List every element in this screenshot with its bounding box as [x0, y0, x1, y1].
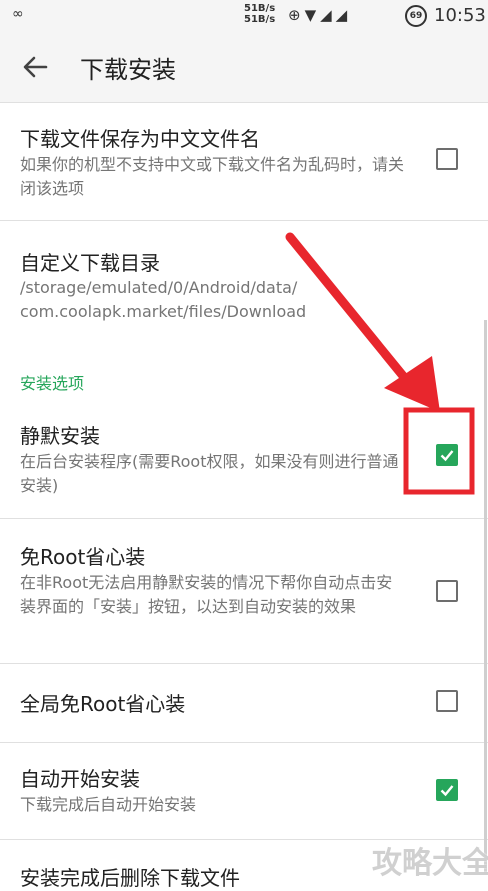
wifi-icon: ▼	[304, 6, 321, 24]
clock: 10:53	[434, 5, 486, 26]
setting-title: 安装完成后删除下载文件	[20, 866, 240, 890]
setting-auto-install[interactable]: 自动开始安装 下载完成后自动开始安装	[0, 743, 488, 840]
status-icons: ⊕▼◢◢	[288, 6, 351, 24]
data-saver-icon: ⊕	[288, 6, 305, 24]
setting-title: 自定义下载目录	[20, 251, 160, 275]
setting-title: 自动开始安装	[20, 767, 140, 791]
setting-title: 下载文件保存为中文文件名	[20, 127, 260, 151]
setting-download-dir[interactable]: 自定义下载目录 /storage/emulated/0/Android/data…	[0, 221, 488, 341]
back-button[interactable]	[18, 49, 54, 85]
setting-title: 免Root省心装	[20, 545, 146, 569]
check-icon	[440, 450, 454, 462]
scrollbar[interactable]	[484, 320, 487, 874]
download-path-line-2: com.coolapk.market/files/Download	[20, 302, 307, 321]
check-icon	[440, 785, 454, 797]
checkbox-checked[interactable]	[436, 444, 458, 466]
network-speed: 51B/s 51B/s	[244, 3, 275, 25]
network-speed-down: 51B/s	[244, 14, 276, 25]
status-bar: ∞ 51B/s 51B/s ⊕▼◢◢ 69 10:53	[0, 0, 488, 32]
checkbox-checked[interactable]	[436, 779, 458, 801]
setting-chinese-filename[interactable]: 下载文件保存为中文文件名 如果你的机型不支持中文或下载文件名为乱码时，请关闭该选…	[0, 103, 488, 221]
app-toolbar: 下载安装	[0, 32, 488, 103]
setting-subtitle: 在非Root无法启用静默安装的情况下帮你自动点击安装界面的「安装」按钮，以达到自…	[20, 573, 393, 616]
setting-subtitle: 如果你的机型不支持中文或下载文件名为乱码时，请关闭该选项	[20, 155, 405, 198]
setting-noroot-install[interactable]: 免Root省心装 在非Root无法启用静默安装的情况下帮你自动点击安装界面的「安…	[0, 519, 488, 664]
setting-subtitle: /storage/emulated/0/Android/data/ com.co…	[20, 276, 460, 324]
setting-title: 全局免Root省心装	[20, 692, 186, 716]
section-header-install: 安装选项	[20, 374, 85, 393]
setting-subtitle: 下载完成后自动开始安装	[20, 795, 197, 814]
signal-2-icon: ◢	[335, 6, 352, 24]
setting-global-noroot-install[interactable]: 全局免Root省心装	[0, 664, 488, 743]
infinity-icon: ∞	[12, 6, 24, 22]
signal-icon: ◢	[320, 6, 336, 24]
setting-subtitle: 在后台安装程序(需要Root权限，如果没有则进行普通安装)	[20, 452, 399, 495]
checkbox[interactable]	[436, 148, 458, 170]
checkbox[interactable]	[436, 690, 458, 712]
checkbox[interactable]	[436, 580, 458, 602]
page-title: 下载安装	[80, 56, 176, 84]
network-speed-up: 51B/s	[244, 3, 276, 14]
setting-silent-install[interactable]: 静默安装 在后台安装程序(需要Root权限，如果没有则进行普通安装)	[0, 400, 488, 519]
download-path-line-1: /storage/emulated/0/Android/data/	[20, 278, 298, 297]
setting-title: 静默安装	[20, 424, 100, 448]
battery-icon: 69	[405, 5, 427, 27]
watermark: 攻略大全	[372, 846, 488, 881]
arrow-left-icon	[23, 56, 48, 78]
